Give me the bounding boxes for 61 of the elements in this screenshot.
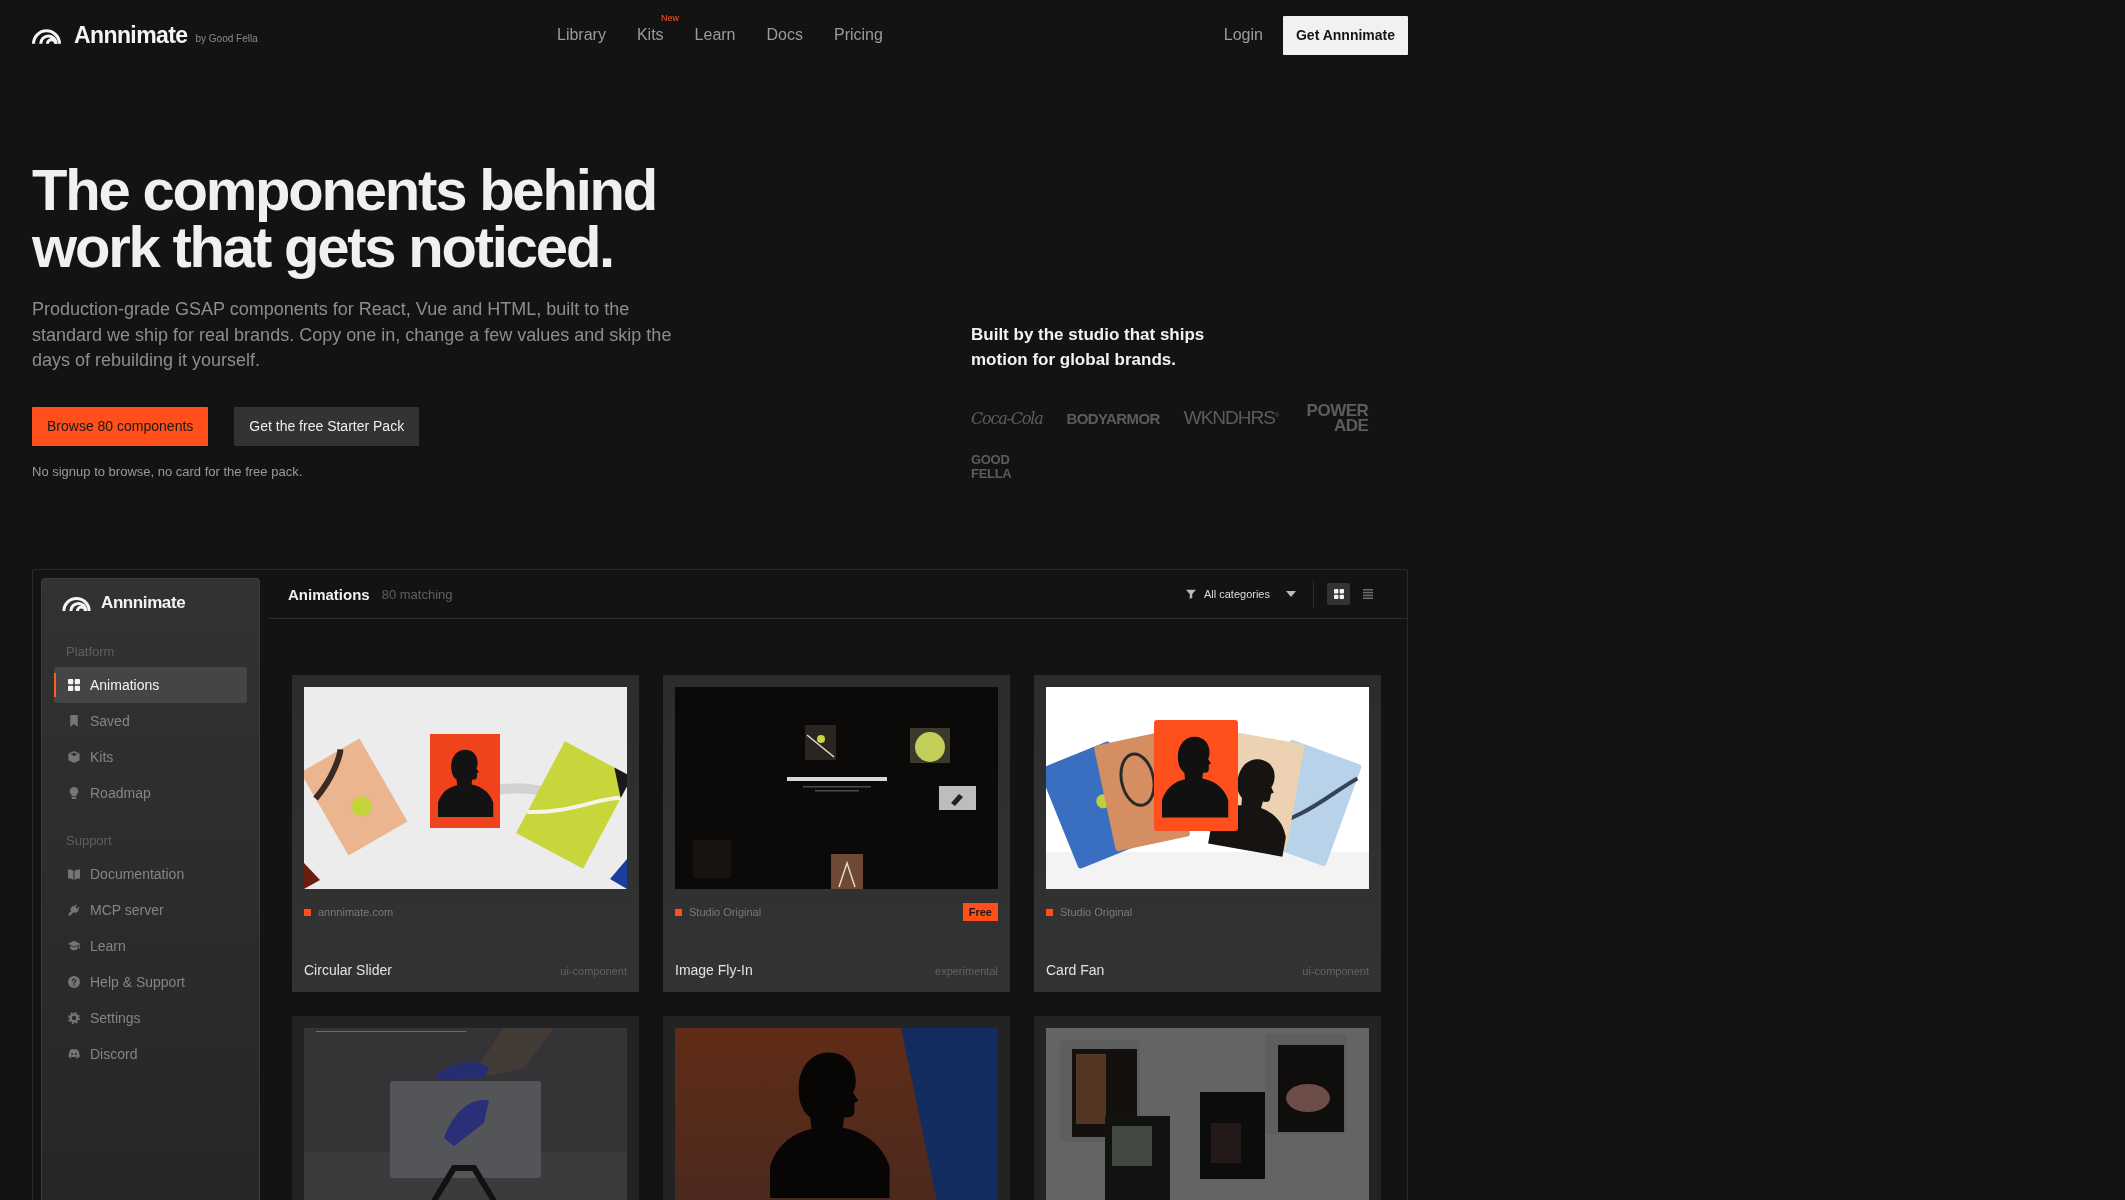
sidebar-item[interactable]: Roadmap: [54, 775, 247, 811]
brand-logo: Coca-Cola: [971, 408, 1043, 428]
card-title: Card Fan: [1046, 961, 1105, 979]
sidebar-item[interactable]: Settings: [54, 1000, 247, 1036]
nav-link[interactable]: Pricing: [833, 26, 883, 43]
brand-byline: by Good Fella: [195, 33, 258, 44]
category-dropdown[interactable]: All categories: [1185, 588, 1296, 600]
bookmark-icon: [68, 715, 80, 727]
list-icon: [1362, 589, 1373, 599]
brand-logo: BODYARMOR: [1066, 409, 1160, 427]
gamepad-icon: [68, 1048, 80, 1060]
square-icon: [675, 908, 682, 916]
nav-link[interactable]: Learn: [694, 26, 736, 43]
sidebar-item[interactable]: Help & Support: [54, 964, 247, 1000]
sidebar-item[interactable]: MCP server: [54, 892, 247, 928]
grid-view-button[interactable]: [1327, 583, 1350, 605]
square-icon: [1046, 908, 1053, 916]
card-title: Circular Slider: [304, 961, 392, 979]
nav-link[interactable]: Library: [557, 26, 606, 43]
new-label: New: [660, 13, 679, 23]
nav-link[interactable]: Kits: [636, 26, 664, 43]
square-icon: [304, 908, 311, 916]
filter-icon: [1185, 589, 1196, 599]
help-icon: [68, 976, 80, 988]
lightbulb-icon: [68, 787, 80, 799]
graduation-cap-icon: [68, 940, 80, 952]
card-source: annnimate.com: [318, 906, 394, 918]
sidebar-item[interactable]: Learn: [54, 928, 247, 964]
card-title: Image Fly-In: [675, 961, 753, 979]
hero-description: Production-grade GSAP components for React, Vue and HTML, built to the standard we ship for real brands. Copy one in, change a few values and skip the days of rebuilding it yourself.: [32, 298, 673, 372]
brand-logo: GOOD FELLA: [971, 453, 1013, 481]
price-badge: Free: [962, 903, 998, 921]
login-link[interactable]: Login: [1223, 26, 1263, 44]
plug-icon: [68, 904, 80, 916]
clients-tagline: Built by the studio that ships motion for global brands.: [971, 324, 1206, 371]
grid-icon: [68, 679, 80, 691]
sidebar-item[interactable]: Saved: [54, 703, 247, 739]
sidebar-title: Annnimate: [101, 593, 186, 613]
brand-name[interactable]: Annnimate: [74, 21, 188, 49]
sidebar-item[interactable]: Kits: [54, 739, 247, 775]
get-started-button[interactable]: Get Annnimate: [1282, 15, 1408, 55]
settings-icon: [68, 1012, 80, 1024]
sidebar-item[interactable]: Documentation: [54, 856, 247, 892]
page-title: Animations: [288, 585, 370, 603]
brand-logo: WKNDHRS$^{®}$: [1183, 407, 1279, 429]
card-source: Studio Original: [689, 906, 762, 918]
book-icon: [68, 868, 80, 880]
box-icon: [68, 751, 80, 763]
hero-note: No signup to browse, no card for the free pack.: [32, 462, 303, 481]
starter-pack-button[interactable]: Get the free Starter Pack: [234, 406, 420, 446]
grid-icon: [1333, 589, 1344, 599]
card-source: Studio Original: [1060, 906, 1133, 918]
caret-icon: [1286, 591, 1296, 597]
result-count: 80 matching: [381, 586, 453, 602]
logo-icon: [62, 595, 91, 611]
logo-icon: [32, 26, 61, 44]
brand-logo: POWER ADE: [1305, 403, 1369, 433]
nav-link[interactable]: Docs: [766, 26, 803, 43]
browse-button[interactable]: Browse 80 components: [32, 406, 209, 446]
sidebar-item[interactable]: Animations: [54, 667, 247, 703]
sidebar-item[interactable]: Discord: [54, 1036, 247, 1072]
